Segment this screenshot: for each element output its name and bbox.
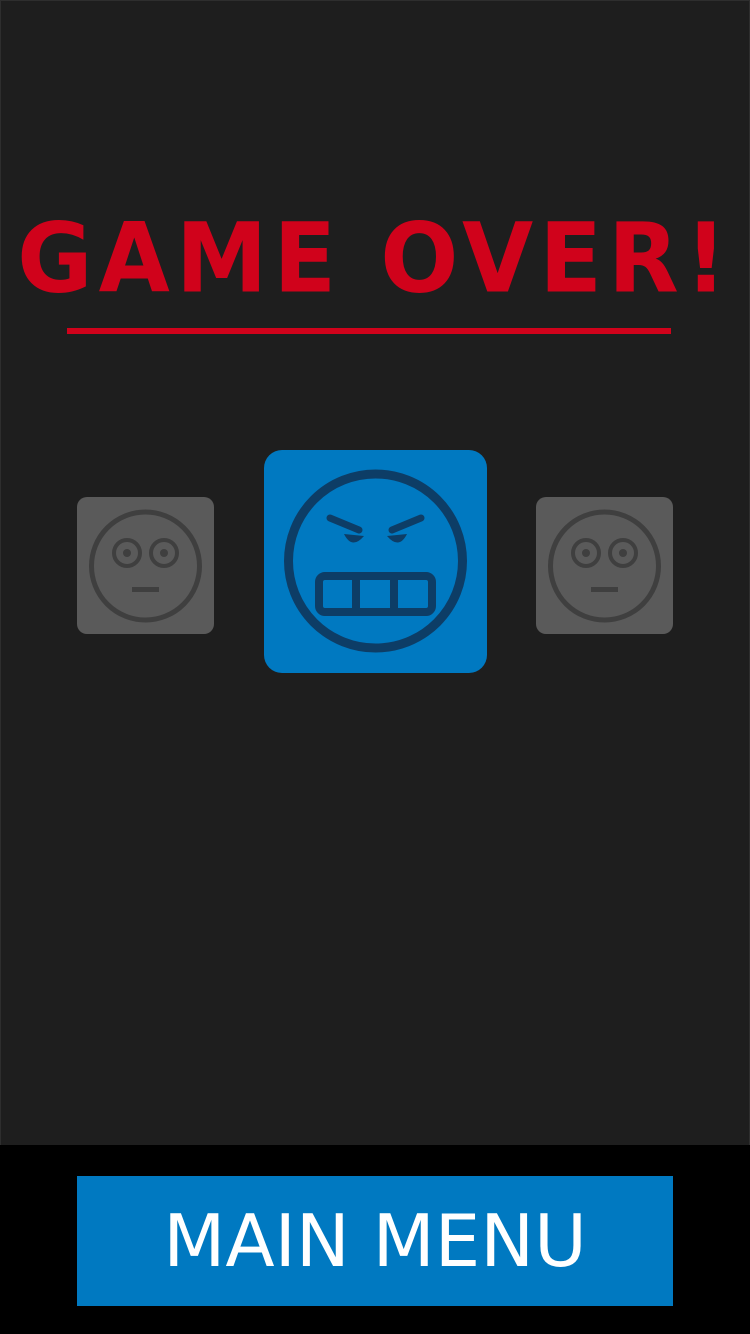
neutral-face-icon — [77, 497, 214, 634]
title-underline — [67, 328, 671, 334]
angry-face-icon — [264, 450, 487, 673]
main-menu-button[interactable]: MAIN MENU — [77, 1176, 673, 1306]
emoji-tile-center-selected — [264, 450, 487, 673]
emoji-tile-right — [536, 497, 673, 634]
game-over-title: GAME OVER! — [17, 202, 733, 315]
neutral-face-icon — [536, 497, 673, 634]
emoji-tile-left — [77, 497, 214, 634]
